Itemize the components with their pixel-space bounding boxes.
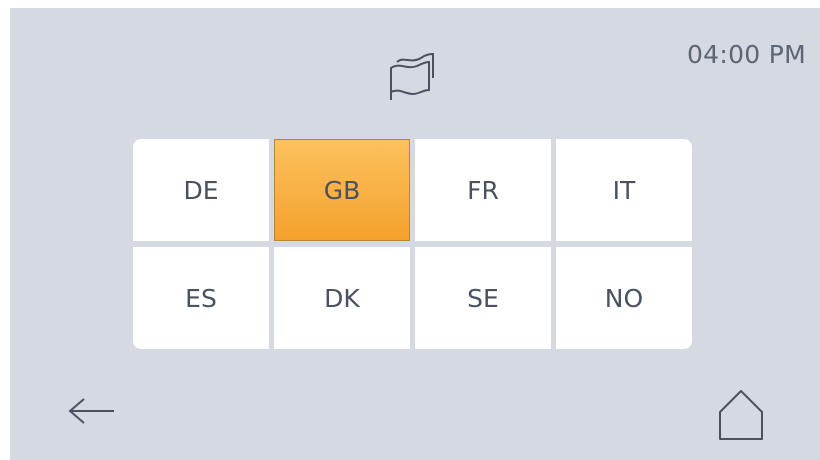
language-tile-dk[interactable]: DK bbox=[274, 247, 410, 349]
language-tile-no[interactable]: NO bbox=[556, 247, 692, 349]
language-tile-se[interactable]: SE bbox=[415, 247, 551, 349]
language-screen: 04:00 PM DE GB FR IT ES DK SE NO bbox=[10, 8, 820, 460]
language-tile-it[interactable]: IT bbox=[556, 139, 692, 241]
clock-time: 04:00 PM bbox=[686, 40, 806, 69]
language-tile-es[interactable]: ES bbox=[133, 247, 269, 349]
home-icon[interactable] bbox=[717, 388, 765, 442]
arrow-left-icon[interactable] bbox=[66, 396, 118, 426]
language-tile-de[interactable]: DE bbox=[133, 139, 269, 241]
language-tile-gb[interactable]: GB bbox=[274, 139, 410, 241]
flag-icon bbox=[390, 52, 434, 100]
language-grid: DE GB FR IT ES DK SE NO bbox=[133, 139, 693, 349]
language-tile-fr[interactable]: FR bbox=[415, 139, 551, 241]
